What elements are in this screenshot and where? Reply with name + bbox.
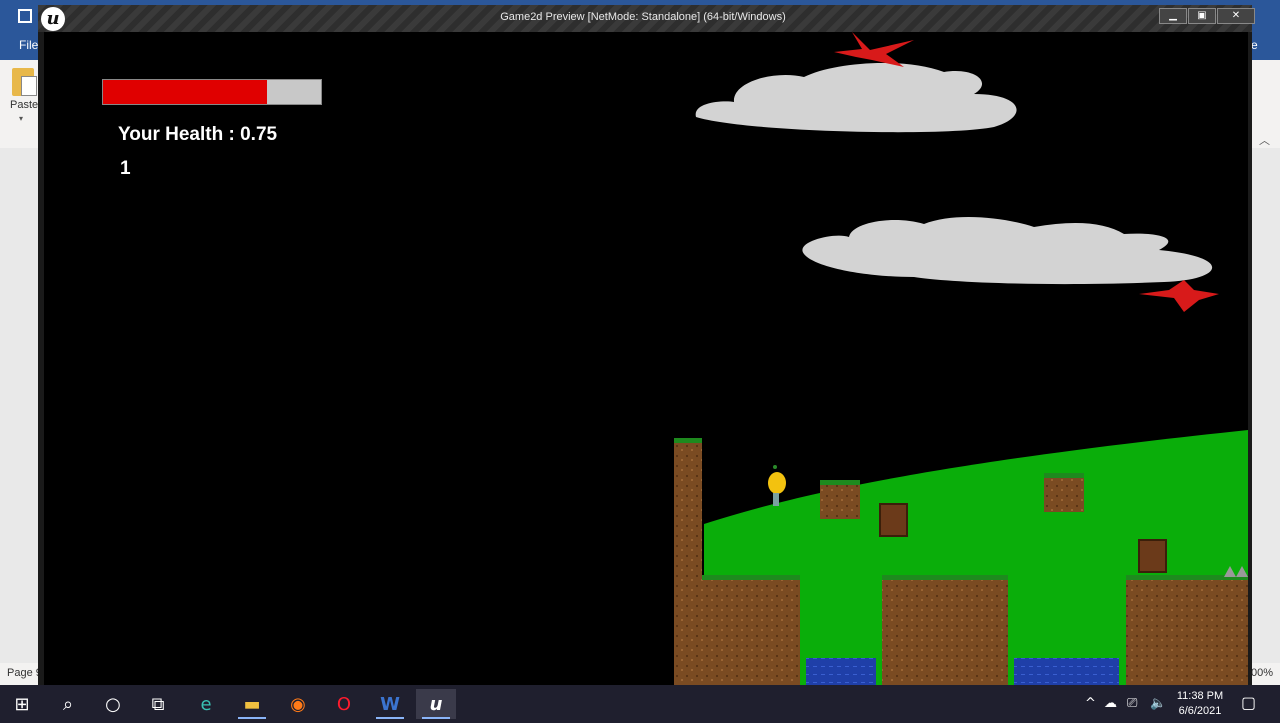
crate [1138, 539, 1167, 573]
cortana-button[interactable]: ○ [93, 689, 133, 719]
clock-time: 11:38 PM [1176, 690, 1224, 702]
ribbon-tab-truncated[interactable]: e [1251, 38, 1258, 52]
minimize-button[interactable]: ▁ [1159, 8, 1187, 24]
close-button[interactable]: ✕ [1217, 8, 1255, 24]
word-icon: W [380, 693, 400, 715]
grass-top [702, 575, 800, 580]
grass-top [1044, 473, 1084, 478]
word-button[interactable]: W [370, 689, 410, 719]
health-text: Your Health : 0.75 [118, 124, 278, 145]
star [1139, 280, 1219, 312]
collapse-ribbon-icon[interactable]: ︿ [1259, 132, 1270, 148]
edge-icon: e [200, 693, 212, 715]
start-button[interactable]: ⊞ [2, 689, 42, 719]
volume-icon[interactable]: 🔈 [1150, 696, 1166, 711]
window-title: Game2d Preview [NetMode: Standalone] (64… [500, 11, 786, 23]
maximize-button[interactable]: ▣ [1188, 8, 1216, 24]
status-page: Page 9 [7, 667, 42, 679]
player-character [768, 465, 786, 506]
edge-button[interactable]: e [186, 689, 226, 719]
search-button[interactable]: ⌕ [48, 689, 88, 719]
opera-icon: O [336, 693, 352, 715]
grass-top [882, 575, 1008, 580]
game-title-bar[interactable]: u Game2d Preview [NetMode: Standalone] (… [38, 5, 1255, 32]
taskbar: ⊞ ⌕ ○ ⧉ e ▬ ◉ O W u ^ ☁ ⎚ 🔈 11:38 PM 6/6… [0, 685, 1280, 723]
paste-label[interactable]: Paste [10, 99, 38, 111]
ground-block [882, 577, 1008, 685]
cloud [695, 62, 1017, 133]
game-viewport[interactable]: Your Health : 0.75 1 [44, 32, 1248, 685]
paste-icon[interactable] [12, 68, 37, 96]
crate [879, 503, 908, 537]
grass-top [674, 438, 702, 443]
game-window: u Game2d Preview [NetMode: Standalone] (… [38, 5, 1255, 685]
opera-button[interactable]: O [324, 689, 364, 719]
file-tab[interactable]: File [19, 38, 38, 52]
dirt-pillar [674, 440, 702, 685]
health-bar [102, 79, 322, 105]
clock-date: 6/6/2021 [1178, 705, 1222, 717]
onedrive-icon[interactable]: ☁ [1104, 696, 1117, 711]
floating-block [820, 482, 860, 519]
system-clock[interactable]: 11:38 PM 6/6/2021 [1172, 689, 1228, 719]
ground-block [1126, 577, 1248, 685]
grass-top [820, 480, 860, 485]
tray-chevron-icon[interactable]: ^ [1085, 696, 1096, 711]
ground-block [702, 577, 800, 685]
cloud [802, 216, 1213, 285]
unreal-button[interactable]: u [416, 689, 456, 719]
firefox-button[interactable]: ◉ [278, 689, 318, 719]
windows-icon: ⊞ [14, 693, 30, 715]
notification-icon[interactable]: ▢ [1241, 693, 1256, 712]
health-bar-fill [103, 80, 267, 104]
paste-dropdown-icon[interactable]: ▾ [19, 114, 23, 123]
task-view-button[interactable]: ⧉ [138, 689, 178, 719]
floating-block [1044, 475, 1084, 512]
save-icon[interactable] [18, 9, 32, 23]
water [806, 658, 876, 685]
task-view-icon: ⧉ [151, 693, 165, 715]
firefox-icon: ◉ [290, 693, 306, 715]
score-text: 1 [120, 158, 131, 179]
water [1014, 658, 1119, 685]
star [834, 32, 914, 67]
network-icon[interactable]: ⎚ [1127, 696, 1137, 711]
folder-icon: ▬ [243, 693, 261, 715]
unreal-icon: u [429, 693, 443, 715]
status-zoom[interactable]: 00% [1251, 667, 1273, 679]
circle-icon: ○ [105, 693, 121, 715]
file-explorer-button[interactable]: ▬ [232, 689, 272, 719]
search-icon: ⌕ [62, 693, 74, 715]
window-controls: ▁ ▣ ✕ [1158, 8, 1255, 24]
